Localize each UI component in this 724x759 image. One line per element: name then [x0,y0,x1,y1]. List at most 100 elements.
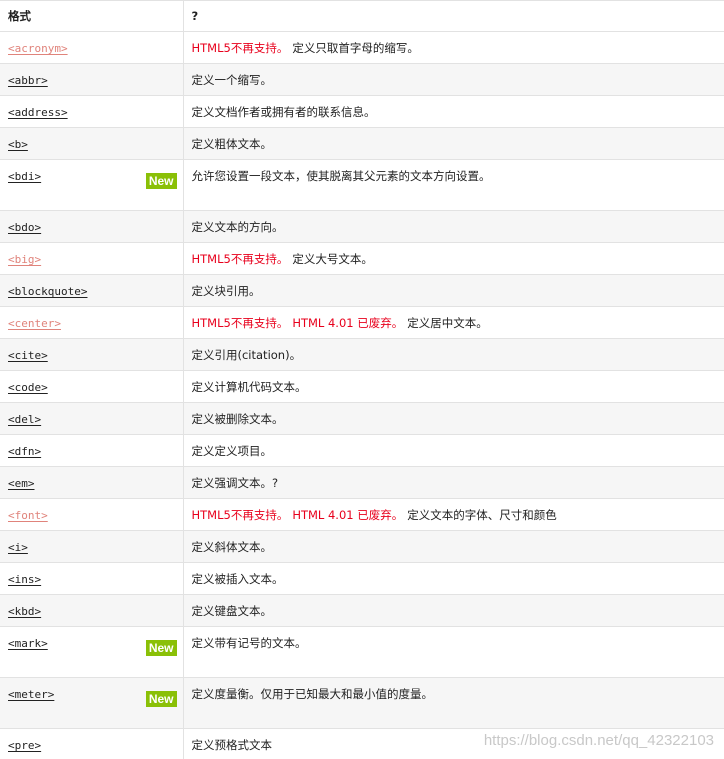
tag-link[interactable]: <pre> [8,739,41,752]
description-cell: 定义一个缩写。 [183,63,724,96]
table-row: <dfn> 定义定义项目。 [0,434,724,467]
deprecation-warning: HTML5不再支持。 [191,41,289,55]
description-cell: 定义引用(citation)。 [183,338,724,371]
tag-cell: <mark> New [0,626,184,678]
tag-link[interactable]: <mark> [8,637,48,650]
description-text: 定义被删除文本。 [191,412,284,426]
deprecation-warning: HTML 4.01 已废弃。 [292,316,404,330]
tag-link[interactable]: <i> [8,541,28,554]
description-cell: HTML5不再支持。 HTML 4.01 已废弃。 定义文本的字体、尺寸和颜色 [183,498,724,531]
tag-cell: <acronym> [0,31,184,64]
tag-link[interactable]: <meter> [8,688,54,701]
tag-link[interactable]: <code> [8,381,48,394]
tag-cell: <meter> New [0,677,184,729]
header-format: 格式 [0,0,184,32]
tag-table: 格式 ? <acronym> HTML5不再支持。 定义只取首字母的缩写。 <abbr… [0,0,724,759]
description-cell: 定义被插入文本。 [183,562,724,595]
description-cell: 定义粗体文本。 [183,127,724,160]
tag-link[interactable]: <acronym> [8,42,68,55]
tag-link[interactable]: <bdo> [8,221,41,234]
tag-cell: <kbd> [0,594,184,627]
table-row: <center> HTML5不再支持。 HTML 4.01 已废弃。 定义居中文本。 [0,306,724,339]
description-text: 定义粗体文本。 [191,137,273,151]
table-row: <kbd> 定义键盘文本。 [0,594,724,627]
tag-cell: <big> [0,242,184,275]
deprecation-warning: HTML5不再支持。 [191,316,289,330]
description-text: 定义一个缩写。 [191,73,273,87]
tag-cell: <em> [0,466,184,499]
description-cell: HTML5不再支持。 定义只取首字母的缩写。 [183,31,724,64]
description-cell: 定义键盘文本。 [183,594,724,627]
new-badge: New [145,173,177,189]
description-text: 定义带有记号的文本。 [191,636,307,650]
tag-cell: <center> [0,306,184,339]
table-row: <cite> 定义引用(citation)。 [0,338,724,371]
description-text: 定义文档作者或拥有者的联系信息。 [191,105,376,119]
table-header-row: 格式 ? [0,0,724,32]
table-row: <em> 定义强调文本。? [0,466,724,499]
tag-cell: <ins> [0,562,184,595]
description-text: 定义文本的方向。 [191,220,284,234]
tag-link[interactable]: <ins> [8,573,41,586]
description-text: 定义定义项目。 [191,444,273,458]
tag-cell: <bdi> New [0,159,184,211]
description-text: 定义强调文本。? [191,476,279,490]
description-cell: 定义计算机代码文本。 [183,370,724,403]
description-text: 定义被插入文本。 [191,572,284,586]
tag-cell: <dfn> [0,434,184,467]
table-row: <abbr> 定义一个缩写。 [0,63,724,96]
description-cell: 定义度量衡。仅用于已知最大和最小值的度量。 [183,677,724,729]
table-row: <font> HTML5不再支持。 HTML 4.01 已废弃。 定义文本的字体、尺寸… [0,498,724,531]
table-row: <i> 定义斜体文本。 [0,530,724,563]
tag-link[interactable]: <big> [8,253,41,266]
table-row: <meter> New 定义度量衡。仅用于已知最大和最小值的度量。 [0,677,724,729]
description-cell: 定义定义项目。 [183,434,724,467]
table-row: <bdi> New 允许您设置一段文本，使其脱离其父元素的文本方向设置。 [0,159,724,211]
tag-cell: <del> [0,402,184,435]
description-cell: 定义块引用。 [183,274,724,307]
table-row: <del> 定义被删除文本。 [0,402,724,435]
tag-cell: <cite> [0,338,184,371]
new-badge: New [145,691,177,707]
description-cell: 定义被删除文本。 [183,402,724,435]
description-text: 定义只取首字母的缩写。 [292,41,419,55]
tag-cell: <blockquote> [0,274,184,307]
tag-cell: <abbr> [0,63,184,96]
deprecation-warning: HTML5不再支持。 [191,508,289,522]
description-text: 定义引用(citation)。 [191,348,302,362]
description-text: 定义块引用。 [191,284,261,298]
deprecation-warning: HTML5不再支持。 [191,252,289,266]
tag-link[interactable]: <dfn> [8,445,41,458]
table-row: <b> 定义粗体文本。 [0,127,724,160]
tag-link[interactable]: <kbd> [8,605,41,618]
tag-link[interactable]: <center> [8,317,61,330]
tag-link[interactable]: <abbr> [8,74,48,87]
tag-cell: <font> [0,498,184,531]
description-cell: 定义斜体文本。 [183,530,724,563]
table-row: <ins> 定义被插入文本。 [0,562,724,595]
tag-link[interactable]: <address> [8,106,68,119]
header-description: ? [183,0,724,32]
description-text: 定义大号文本。 [292,252,373,266]
table-row: <bdo> 定义文本的方向。 [0,210,724,243]
tag-link[interactable]: <font> [8,509,48,522]
table-row: <mark> New 定义带有记号的文本。 [0,626,724,678]
tag-link[interactable]: <cite> [8,349,48,362]
description-text: 定义居中文本。 [407,316,488,330]
deprecation-warning: HTML 4.01 已废弃。 [292,508,404,522]
description-cell: 定义文档作者或拥有者的联系信息。 [183,95,724,128]
table-row: <code> 定义计算机代码文本。 [0,370,724,403]
description-cell: 定义文本的方向。 [183,210,724,243]
tag-link[interactable]: <b> [8,138,28,151]
table-row: <address> 定义文档作者或拥有者的联系信息。 [0,95,724,128]
description-text: 定义计算机代码文本。 [191,380,307,394]
tag-link[interactable]: <del> [8,413,41,426]
table-row: <big> HTML5不再支持。 定义大号文本。 [0,242,724,275]
tag-link[interactable]: <em> [8,477,35,490]
tag-link[interactable]: <blockquote> [8,285,87,298]
tag-cell: <i> [0,530,184,563]
description-cell: 定义带有记号的文本。 [183,626,724,678]
tag-link[interactable]: <bdi> [8,170,41,183]
description-cell: HTML5不再支持。 HTML 4.01 已废弃。 定义居中文本。 [183,306,724,339]
description-cell: 定义强调文本。? [183,466,724,499]
